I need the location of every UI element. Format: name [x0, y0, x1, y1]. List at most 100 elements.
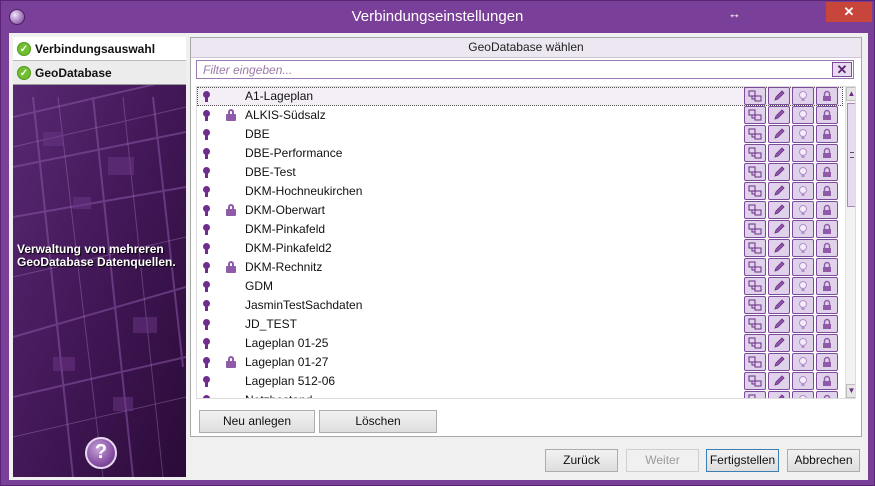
edit-button[interactable]	[768, 125, 790, 143]
lock-button[interactable]	[816, 258, 838, 276]
connect-button[interactable]	[744, 87, 766, 105]
connect-button[interactable]	[744, 353, 766, 371]
list-item[interactable]: JasminTestSachdaten	[197, 296, 843, 315]
list-item[interactable]: DKM-Rechnitz	[197, 258, 843, 277]
bulb-button[interactable]	[792, 315, 814, 333]
edit-button[interactable]	[768, 391, 790, 398]
scroll-thumb[interactable]	[847, 103, 855, 207]
edit-button[interactable]	[768, 315, 790, 333]
delete-button[interactable]: Löschen	[319, 410, 437, 433]
bulb-button[interactable]	[792, 372, 814, 390]
connect-button[interactable]	[744, 163, 766, 181]
connect-button[interactable]	[744, 201, 766, 219]
edit-button[interactable]	[768, 163, 790, 181]
edit-button[interactable]	[768, 182, 790, 200]
edit-button[interactable]	[768, 239, 790, 257]
scroll-up-button[interactable]: ▲	[846, 87, 855, 101]
list-item[interactable]: Lageplan 01-27	[197, 353, 843, 372]
help-button[interactable]: ?	[85, 437, 117, 469]
bulb-button[interactable]	[792, 391, 814, 398]
bulb-button[interactable]	[792, 144, 814, 162]
step-geodatabase[interactable]: ✓ GeoDatabase	[13, 61, 186, 85]
list-item[interactable]: Lageplan 01-25	[197, 334, 843, 353]
bulb-button[interactable]	[792, 201, 814, 219]
list-item[interactable]: DBE-Test	[197, 163, 843, 182]
edit-button[interactable]	[768, 296, 790, 314]
list-item[interactable]: DKM-Hochneukirchen	[197, 182, 843, 201]
connect-button[interactable]	[744, 239, 766, 257]
bulb-button[interactable]	[792, 334, 814, 352]
connect-button[interactable]	[744, 277, 766, 295]
scroll-down-button[interactable]: ▼	[846, 384, 855, 398]
bulb-button[interactable]	[792, 258, 814, 276]
lock-button[interactable]	[816, 296, 838, 314]
lock-button[interactable]	[816, 87, 838, 105]
lock-button[interactable]	[816, 353, 838, 371]
clear-filter-button[interactable]: ✕	[832, 62, 852, 77]
next-button[interactable]: Weiter	[626, 449, 699, 472]
back-button[interactable]: Zurück	[545, 449, 618, 472]
lock-button[interactable]	[816, 182, 838, 200]
lock-button[interactable]	[816, 163, 838, 181]
lock-button[interactable]	[816, 144, 838, 162]
close-button[interactable]: ✕	[826, 2, 872, 22]
connect-button[interactable]	[744, 106, 766, 124]
connect-button[interactable]	[744, 296, 766, 314]
connect-button[interactable]	[744, 258, 766, 276]
bulb-button[interactable]	[792, 87, 814, 105]
list-item[interactable]: Netzbestand	[197, 391, 843, 398]
new-button[interactable]: Neu anlegen	[199, 410, 315, 433]
connect-button[interactable]	[744, 372, 766, 390]
lock-button[interactable]	[816, 277, 838, 295]
bulb-button[interactable]	[792, 239, 814, 257]
bulb-button[interactable]	[792, 106, 814, 124]
lock-button[interactable]	[816, 334, 838, 352]
edit-button[interactable]	[768, 372, 790, 390]
list-item[interactable]: JD_TEST	[197, 315, 843, 334]
edit-button[interactable]	[768, 258, 790, 276]
edit-button[interactable]	[768, 106, 790, 124]
connect-button[interactable]	[744, 220, 766, 238]
connect-button[interactable]	[744, 144, 766, 162]
list-item[interactable]: DKM-Pinkafeld2	[197, 239, 843, 258]
finish-button[interactable]: Fertigstellen	[706, 449, 779, 472]
resize-icon[interactable]: ↔	[728, 6, 741, 21]
list-item[interactable]: DBE-Performance	[197, 144, 843, 163]
list-item[interactable]: ALKIS-Südsalz	[197, 106, 843, 125]
edit-button[interactable]	[768, 201, 790, 219]
title-bar[interactable]: Verbindungseinstellungen ↔ ✕	[1, 1, 874, 33]
list-item[interactable]: GDM	[197, 277, 843, 296]
lock-button[interactable]	[816, 372, 838, 390]
list-item[interactable]: DBE	[197, 125, 843, 144]
lock-button[interactable]	[816, 220, 838, 238]
edit-button[interactable]	[768, 353, 790, 371]
bulb-button[interactable]	[792, 125, 814, 143]
connect-button[interactable]	[744, 334, 766, 352]
edit-button[interactable]	[768, 87, 790, 105]
list-scrollbar[interactable]: ▲ ▼	[845, 87, 855, 398]
lock-button[interactable]	[816, 125, 838, 143]
list-item[interactable]: DKM-Pinkafeld	[197, 220, 843, 239]
bulb-button[interactable]	[792, 182, 814, 200]
cancel-button[interactable]: Abbrechen	[787, 449, 860, 472]
list-item[interactable]: Lageplan 512-06	[197, 372, 843, 391]
edit-button[interactable]	[768, 144, 790, 162]
bulb-button[interactable]	[792, 353, 814, 371]
lock-button[interactable]	[816, 106, 838, 124]
lock-button[interactable]	[816, 315, 838, 333]
edit-button[interactable]	[768, 277, 790, 295]
list-item[interactable]: DKM-Oberwart	[197, 201, 843, 220]
lock-button[interactable]	[816, 239, 838, 257]
edit-button[interactable]	[768, 334, 790, 352]
connect-button[interactable]	[744, 125, 766, 143]
edit-button[interactable]	[768, 220, 790, 238]
connect-button[interactable]	[744, 182, 766, 200]
step-verbindungsauswahl[interactable]: ✓ Verbindungsauswahl	[13, 37, 186, 61]
lock-button[interactable]	[816, 201, 838, 219]
filter-input[interactable]	[197, 61, 827, 78]
bulb-button[interactable]	[792, 296, 814, 314]
lock-button[interactable]	[816, 391, 838, 398]
connect-button[interactable]	[744, 391, 766, 398]
bulb-button[interactable]	[792, 220, 814, 238]
list-item[interactable]: A1-Lageplan	[197, 87, 843, 106]
